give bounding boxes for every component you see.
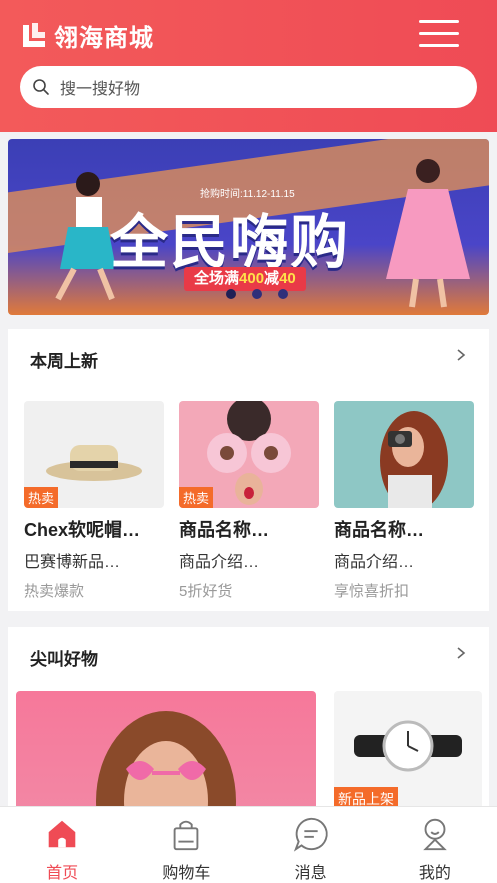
search-input[interactable]: 搜一搜好物: [20, 66, 477, 108]
product-image: [334, 401, 474, 508]
camera-model-image: [380, 411, 448, 508]
logo[interactable]: 翎海商城: [20, 18, 154, 53]
hot-tag: 热卖: [179, 487, 214, 508]
banner-dot[interactable]: [226, 289, 236, 299]
featured-product-image[interactable]: [16, 691, 316, 807]
product-desc: 商品介绍…: [179, 554, 260, 571]
logo-text: 翎海商城: [54, 25, 154, 52]
product-image-watch[interactable]: 新品上架: [334, 691, 482, 807]
product-desc: 巴赛博新品…: [24, 554, 121, 571]
banner-pagination[interactable]: [226, 289, 304, 299]
home-icon: [48, 820, 76, 848]
tab-messages[interactable]: 消息: [249, 807, 373, 883]
header: 翎海商城 搜一搜好物: [0, 0, 497, 132]
product-hint: 热卖爆款: [24, 583, 85, 600]
promo-banner[interactable]: 抢购时间:11.12-11.15 全民嗨购 全场满400减40: [8, 139, 489, 315]
menu-button[interactable]: [419, 20, 459, 48]
section-title: 本周上新: [30, 352, 98, 371]
menu-icon: [419, 20, 459, 23]
banner-dot[interactable]: [278, 289, 288, 299]
logo-icon: [23, 22, 45, 47]
product-card[interactable]: 热卖 Chex软呢帽… 巴赛博新品… 热卖爆款: [24, 401, 164, 601]
chevron-right-icon[interactable]: [455, 647, 467, 659]
product-name: Chex软呢帽…: [24, 520, 141, 540]
product-image: 热卖: [24, 401, 164, 508]
product-hint: 5折好货: [179, 583, 233, 600]
tab-label: 我的: [418, 865, 451, 882]
tab-home[interactable]: 首页: [0, 807, 124, 883]
search-placeholder: 搜一搜好物: [60, 81, 141, 98]
hot-tag: 热卖: [24, 487, 59, 508]
heart-glasses-model-image: [96, 711, 236, 807]
product-name: 商品名称…: [334, 520, 424, 540]
product-hint: 享惊喜折扣: [334, 583, 410, 600]
product-image: 热卖: [179, 401, 319, 508]
tab-label: 首页: [46, 865, 79, 882]
section-title: 尖叫好物: [30, 650, 98, 669]
chevron-right-icon[interactable]: [455, 349, 467, 361]
banner-promo: 全场满400减40: [184, 267, 306, 291]
new-arrival-tag: 新品上架: [334, 787, 398, 807]
bottom-tab-bar: 首页 购物车 消息 我的: [0, 806, 497, 883]
product-name: 商品名称…: [179, 520, 269, 540]
section-new-arrivals: 本周上新 热卖 Chex软呢帽… 巴赛博新品… 热卖爆款 热卖 商品名称… 商品…: [8, 329, 489, 611]
product-desc: 商品介绍…: [334, 554, 415, 571]
tab-profile[interactable]: 我的: [373, 807, 497, 883]
section-hot-goods: 尖叫好物 新品上架: [8, 627, 489, 807]
product-card[interactable]: 热卖 商品名称… 商品介绍… 5折好货: [179, 401, 319, 601]
message-icon: [293, 817, 328, 852]
tab-cart[interactable]: 购物车: [124, 807, 248, 883]
banner-figure-right: [386, 159, 470, 308]
shopping-bag-icon: [174, 820, 199, 851]
tab-label: 购物车: [162, 865, 211, 882]
tab-label: 消息: [294, 865, 327, 882]
banner-dot[interactable]: [252, 289, 262, 299]
profile-icon: [423, 818, 447, 851]
search-icon: [33, 79, 49, 95]
product-card[interactable]: 商品名称… 商品介绍… 享惊喜折扣: [334, 401, 474, 601]
